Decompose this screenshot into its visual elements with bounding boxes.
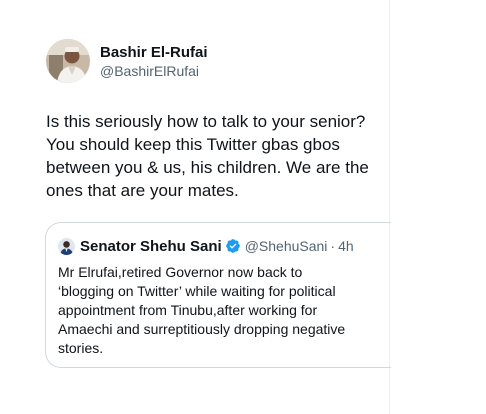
header-separator-dot: · bbox=[330, 238, 336, 254]
author-handle[interactable]: @BashirElRufai bbox=[100, 62, 208, 80]
author-display-name[interactable]: Bashir El-Rufai bbox=[100, 43, 208, 62]
quoted-tweet-card[interactable]: Senator Shehu Sani @ShehuSani · 4h Mr El… bbox=[45, 222, 391, 368]
tweet: Bashir El-Rufai @BashirElRufai Is this s… bbox=[0, 0, 391, 414]
tweet-text: Is this seriously how to talk to your se… bbox=[46, 112, 369, 200]
quoted-tweet-header: Senator Shehu Sani @ShehuSani · 4h bbox=[58, 235, 354, 257]
quoted-author-handle[interactable]: @ShehuSani bbox=[245, 238, 328, 254]
quoted-tweet-timestamp[interactable]: 4h bbox=[338, 238, 354, 254]
quoted-author-avatar[interactable] bbox=[58, 237, 75, 255]
author-avatar[interactable] bbox=[46, 39, 90, 83]
quoted-tweet-text: Mr Elrufai,retired Governor now back to … bbox=[58, 264, 346, 356]
verified-badge-icon bbox=[225, 238, 241, 254]
tweet-author[interactable]: Bashir El-Rufai @BashirElRufai bbox=[46, 39, 208, 83]
quoted-author-display-name[interactable]: Senator Shehu Sani bbox=[80, 238, 222, 255]
